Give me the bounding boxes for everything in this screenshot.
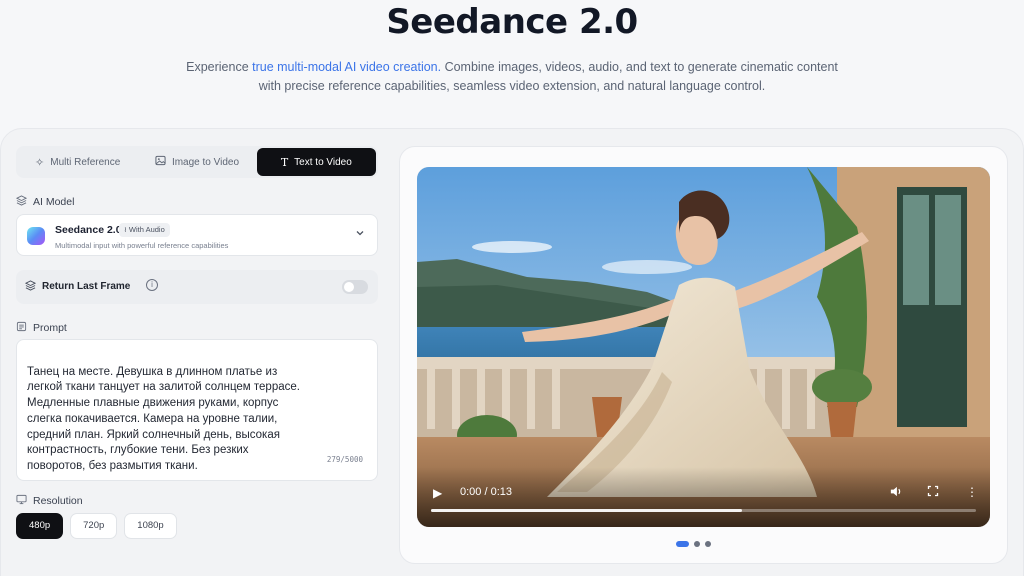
more-options-icon[interactable]: ⋮ [966,485,978,499]
return-last-frame-label: Return Last Frame [42,281,131,292]
resolution-label: Resolution [33,495,83,507]
image-icon [155,155,166,169]
prompt-heading: Prompt [16,321,67,335]
video-controls: ▶ 0:00 / 0:13 ⋮ [417,482,990,527]
audio-badge: ≀ With Audio [119,223,170,237]
magic-wand-icon: ✧ [35,156,45,169]
chevron-down-icon [355,228,365,241]
model-name: Seedance 2.0 [55,224,122,236]
return-last-frame-toggle[interactable] [342,280,368,294]
return-last-frame-row: Return Last Frame i [16,270,378,304]
description-highlight: true multi-modal AI video creation. [252,60,442,74]
video-frame-image [417,167,990,527]
carousel-dot[interactable] [694,541,700,547]
audio-badge-label: With Audio [128,225,165,234]
prompt-text: Танец на месте. Девушка в длинном платье… [27,365,300,472]
tab-label: Text to Video [294,156,352,168]
page-title: Seedance 2.0 [386,2,638,42]
tab-text-to-video[interactable]: T Text to Video [256,148,376,176]
prompt-label: Prompt [33,322,67,334]
description-intro: Experience [186,60,253,74]
carousel-indicators [676,541,711,547]
info-icon[interactable]: i [146,279,158,291]
video-timestamp: 0:00 / 0:13 [460,486,512,498]
prompt-textarea[interactable]: Танец на месте. Девушка в длинном платье… [16,339,378,481]
model-select[interactable]: Seedance 2.0 ≀ With Audio Multimodal inp… [16,214,378,256]
monitor-icon [16,494,27,508]
resolution-720p-button[interactable]: 720p [70,513,118,539]
video-player[interactable] [417,167,990,527]
resolution-heading: Resolution [16,494,83,508]
tab-label: Image to Video [171,156,240,168]
model-description: Multimodal input with powerful reference… [55,241,229,250]
ai-model-heading: AI Model [15,195,75,209]
carousel-dot[interactable] [676,541,689,547]
tab-label: Multi Reference [50,156,121,168]
text-icon: T [280,155,289,169]
carousel-dot[interactable] [705,541,711,547]
tab-multi-reference[interactable]: ✧ Multi Reference [18,148,137,176]
document-icon [16,321,27,335]
resolution-1080p-button[interactable]: 1080p [124,513,177,539]
layers-icon [15,195,28,209]
toggle-knob [344,282,354,292]
resolution-480p-button[interactable]: 480p [16,513,64,539]
page-description: Experience true multi-modal AI video cre… [180,58,844,96]
resolution-options: 480p 720p 1080p [16,513,177,539]
mode-tabs: ✧ Multi Reference Image to Video T Text … [16,146,378,178]
layers-icon [24,280,37,294]
play-icon[interactable]: ▶ [433,486,442,500]
ai-model-label: AI Model [33,196,75,208]
volume-icon[interactable] [889,485,902,501]
fullscreen-icon[interactable] [927,485,939,500]
video-progress-bar[interactable] [431,509,976,512]
tab-image-to-video[interactable]: Image to Video [137,148,256,176]
character-counter: 279/5000 [326,455,363,465]
seedance-logo-icon [27,227,45,245]
video-progress-fill [431,509,742,512]
